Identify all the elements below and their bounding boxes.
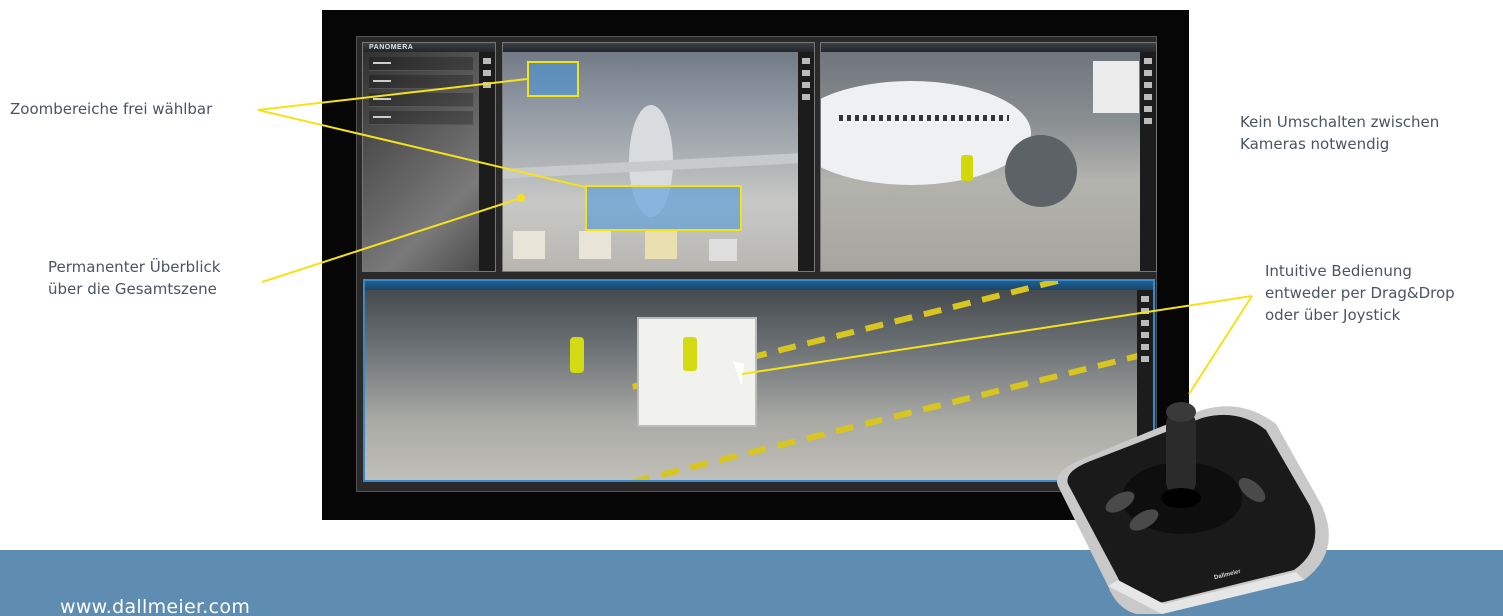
zoom-area-large[interactable]: [585, 185, 742, 231]
sidebar-item[interactable]: [369, 93, 473, 107]
aircraft-windows: [839, 115, 1009, 121]
sidebar-titlebar: PANOMERA: [363, 43, 495, 52]
settings-icon[interactable]: [1144, 118, 1152, 124]
record-icon[interactable]: [1144, 70, 1152, 76]
callout-no-switch-line2: Kameras notwendig: [1240, 135, 1390, 153]
aircraft-engine: [1005, 135, 1077, 207]
aircraft-body: [821, 81, 1031, 185]
callout-intuitive-line2: entweder per Drag&Drop: [1265, 284, 1455, 302]
record-icon[interactable]: [802, 70, 810, 76]
cargo-container: [579, 231, 611, 259]
layout-icon[interactable]: [483, 70, 491, 76]
callout-no-switch-line1: Kein Umschalten zwischen: [1240, 113, 1440, 131]
callout-zoom-areas: Zoombereiche frei wählbar: [10, 98, 212, 120]
save-icon[interactable]: [1141, 320, 1149, 326]
driver-worker: [683, 337, 697, 371]
camera-view-zoom-2-active[interactable]: [363, 279, 1155, 482]
info-icon[interactable]: [1144, 106, 1152, 112]
callout-dot: [517, 194, 525, 202]
joystick-device: [1057, 402, 1329, 614]
save-icon[interactable]: [1144, 82, 1152, 88]
camera-titlebar: [503, 43, 814, 52]
camera-icon[interactable]: [1141, 296, 1149, 302]
callout-intuitive: Intuitive Bedienung entweder per Drag&Dr…: [1265, 260, 1455, 326]
monitor-icon[interactable]: [483, 58, 491, 64]
sidebar-item[interactable]: [369, 57, 473, 71]
print-icon[interactable]: [802, 82, 810, 88]
website-link[interactable]: www.dallmeier.com: [60, 596, 250, 616]
cargo-container: [513, 231, 545, 259]
camera-toolbar: [798, 52, 814, 271]
record-icon[interactable]: [1141, 308, 1149, 314]
sidebar-toolbar: [479, 52, 495, 271]
settings-icon[interactable]: [1141, 356, 1149, 362]
cargo-container: [645, 231, 677, 259]
callout-intuitive-line3: oder über Joystick: [1265, 306, 1401, 324]
camera-icon[interactable]: [802, 58, 810, 64]
info-icon[interactable]: [1141, 344, 1149, 350]
camera-toolbar: [1140, 52, 1156, 271]
callout-zoom-areas-text: Zoombereiche frei wählbar: [10, 100, 213, 118]
sidebar-item[interactable]: [369, 75, 473, 89]
camera-icon[interactable]: [1144, 58, 1152, 64]
sidebar-panel: PANOMERA: [362, 42, 496, 272]
ground-worker: [961, 155, 973, 181]
zoom-area-small[interactable]: [527, 61, 579, 97]
app-brand: PANOMERA: [369, 44, 414, 51]
service-vehicle: [1093, 61, 1139, 113]
settings-icon[interactable]: [483, 82, 491, 88]
tug-vehicle: [709, 239, 737, 261]
callout-overview-line1: Permanenter Überblick: [48, 258, 221, 276]
callout-overview-line2: über die Gesamtszene: [48, 280, 217, 298]
callout-intuitive-line1: Intuitive Bedienung: [1265, 262, 1412, 280]
info-icon[interactable]: [802, 94, 810, 100]
ground-worker: [570, 337, 584, 373]
callout-overview: Permanenter Überblick über die Gesamtsze…: [48, 256, 220, 300]
print-icon[interactable]: [1144, 94, 1152, 100]
camera-view-zoom-1[interactable]: [820, 42, 1157, 272]
print-icon[interactable]: [1141, 332, 1149, 338]
callout-no-switch: Kein Umschalten zwischen Kameras notwend…: [1240, 111, 1439, 155]
sidebar-item[interactable]: [369, 111, 473, 125]
camera-titlebar: [821, 43, 1156, 52]
